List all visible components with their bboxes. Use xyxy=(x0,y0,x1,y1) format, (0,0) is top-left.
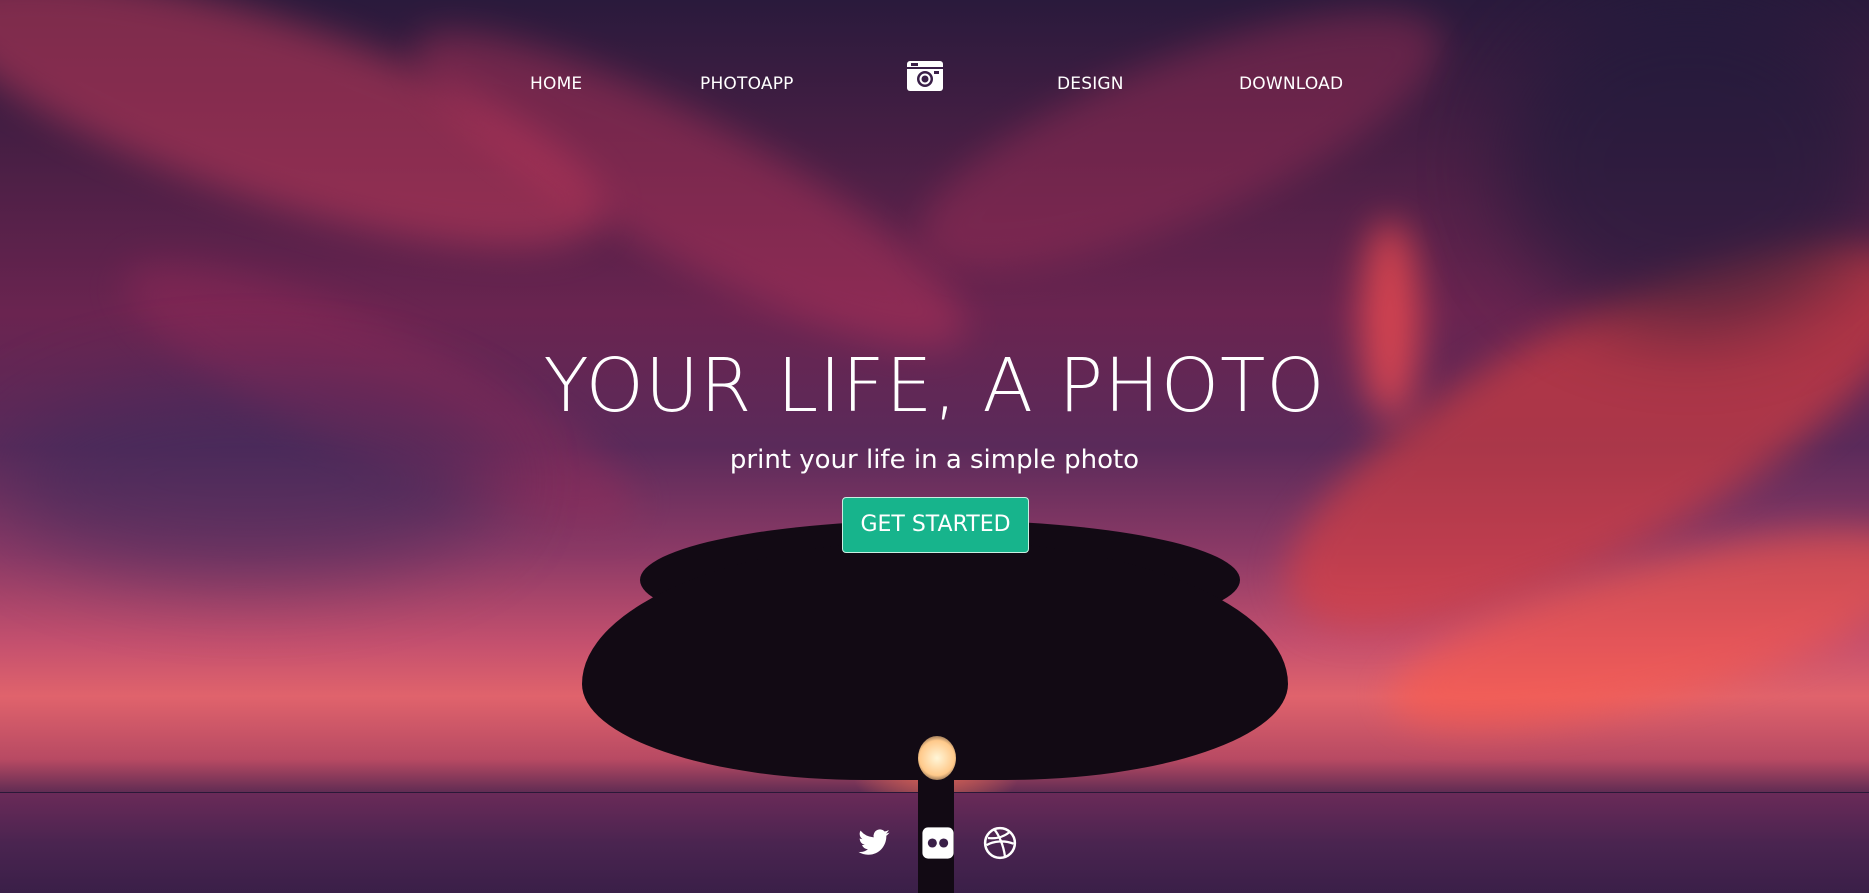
get-started-button[interactable]: GET STARTED xyxy=(842,497,1029,553)
nav-photoapp[interactable]: PHOTOAPP xyxy=(700,74,794,94)
hero-section: HOME PHOTOAPP DESIGN DOWNLOAD YOUR LIFE,… xyxy=(0,0,1869,893)
sun xyxy=(918,736,956,780)
flickr-icon[interactable] xyxy=(921,826,955,860)
twitter-icon[interactable] xyxy=(857,826,891,860)
dribbble-icon[interactable] xyxy=(983,826,1017,860)
camera-icon[interactable] xyxy=(906,60,944,92)
hero-title: YOUR LIFE, A PHOTO xyxy=(543,343,1326,429)
hero-subtitle: print your life in a simple photo xyxy=(729,445,1140,475)
background-shade xyxy=(1500,0,1869,330)
nav-home[interactable]: HOME xyxy=(530,74,582,94)
nav-download[interactable]: DOWNLOAD xyxy=(1239,74,1343,94)
nav-design[interactable]: DESIGN xyxy=(1057,74,1124,94)
